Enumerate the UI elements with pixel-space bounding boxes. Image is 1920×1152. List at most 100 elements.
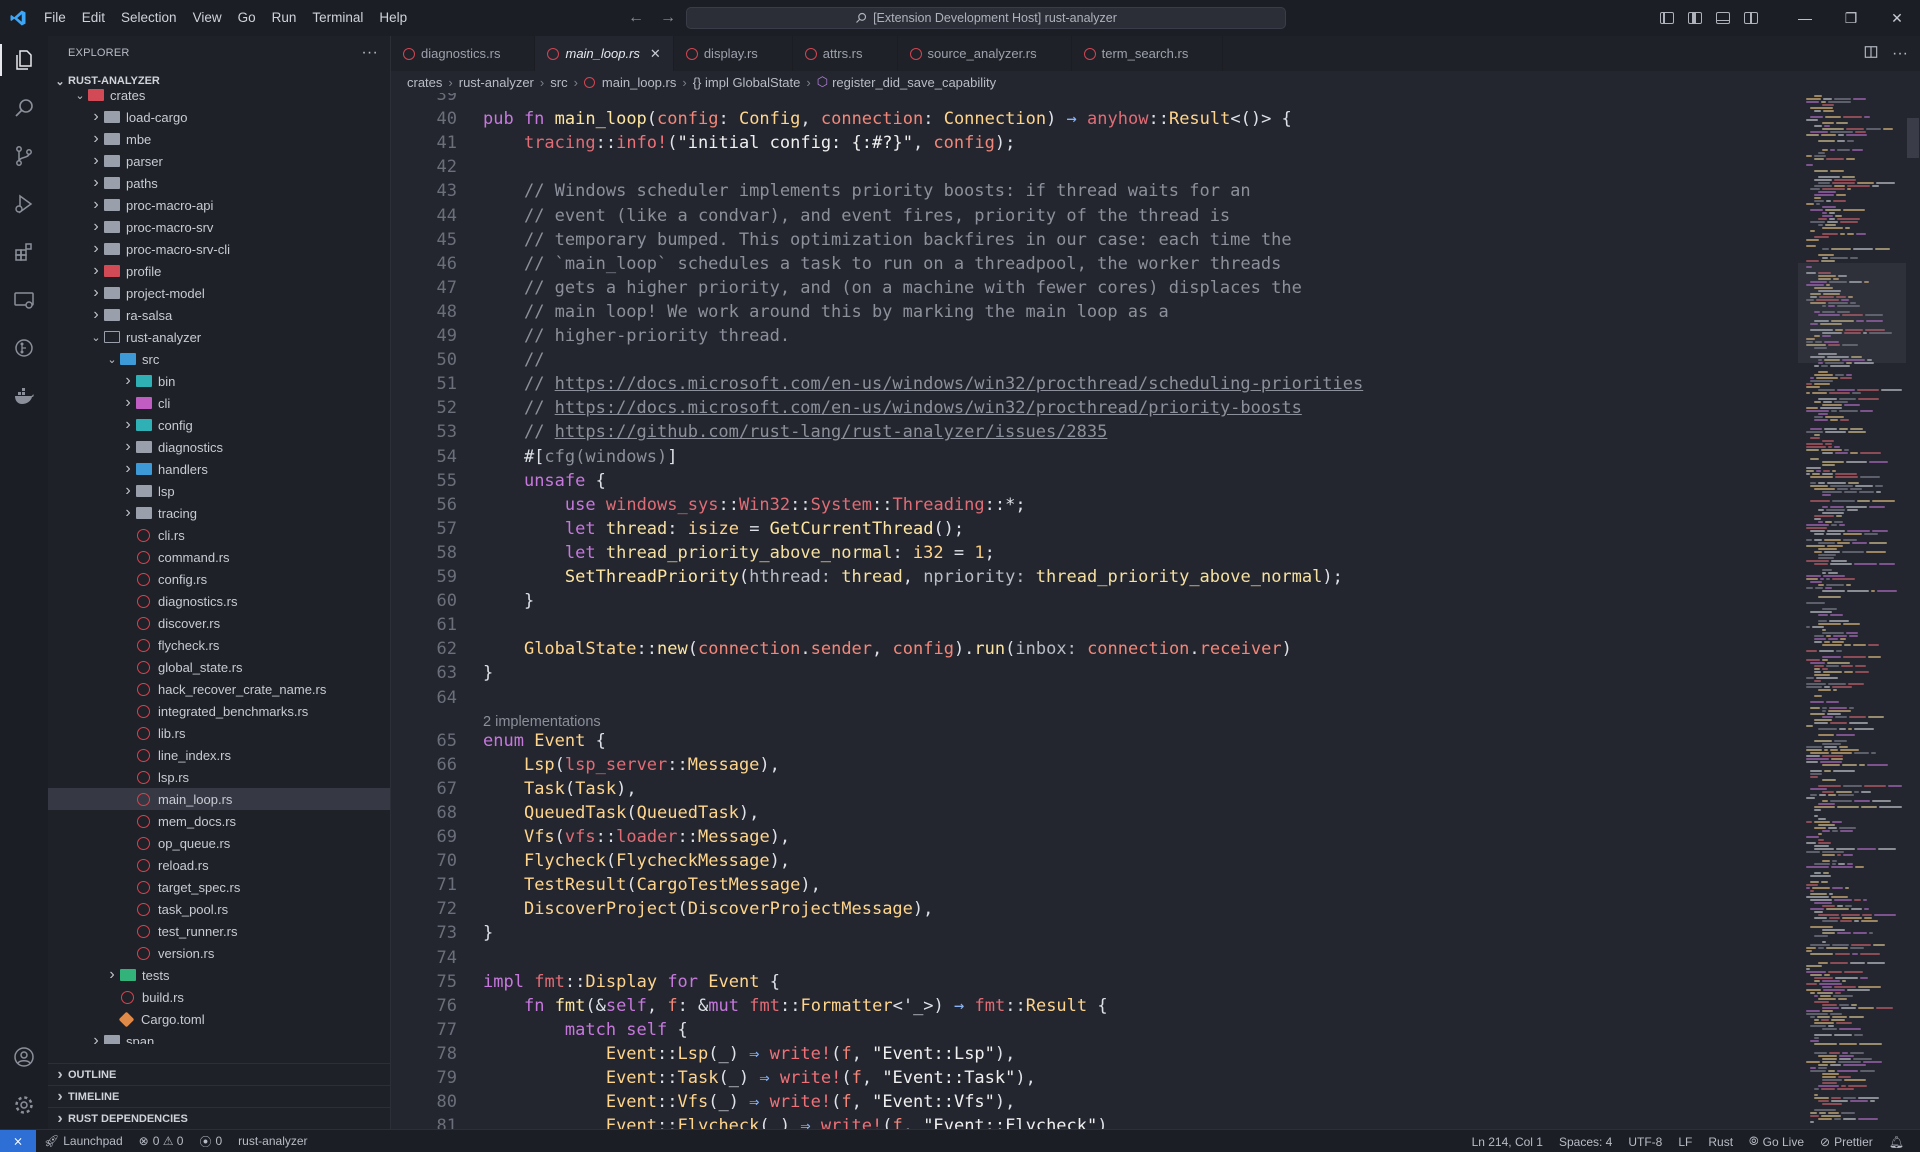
launchpad-item[interactable]: 🚀︎ Launchpad xyxy=(36,1134,131,1148)
gitlens-icon[interactable] xyxy=(0,324,48,372)
forward-arrow-icon[interactable]: → xyxy=(660,9,676,27)
close-window-icon[interactable]: ✕ xyxy=(1874,0,1920,36)
menu-file[interactable]: File xyxy=(36,0,74,36)
tree-item-version-rs[interactable]: version.rs xyxy=(48,942,390,964)
docker-icon[interactable] xyxy=(0,372,48,420)
tree-item-cargo-toml[interactable]: Cargo.toml xyxy=(48,1008,390,1030)
tree-item-mbe[interactable]: › mbe xyxy=(48,128,390,150)
tree-item-tracing[interactable]: › tracing xyxy=(48,502,390,524)
tree-item-command-rs[interactable]: command.rs xyxy=(48,546,390,568)
run-debug-icon[interactable] xyxy=(0,180,48,228)
tree-item-proc-macro-srv[interactable]: › proc-macro-srv xyxy=(48,216,390,238)
tree-item-profile[interactable]: › profile xyxy=(48,260,390,282)
tree-item-discover-rs[interactable]: discover.rs xyxy=(48,612,390,634)
remote-indicator-icon[interactable]: ⨯ xyxy=(0,1129,36,1152)
tree-item-span[interactable]: › span xyxy=(48,1030,390,1044)
tree-item-tests[interactable]: › tests xyxy=(48,964,390,986)
restore-icon[interactable]: ❐ xyxy=(1828,0,1874,36)
tree-item-hack-recover-crate-name-rs[interactable]: hack_recover_crate_name.rs xyxy=(48,678,390,700)
notifications-bell-icon[interactable]: 🔔︎ xyxy=(1881,1135,1912,1149)
source-control-icon[interactable] xyxy=(0,132,48,180)
menu-run[interactable]: Run xyxy=(264,0,305,36)
cursor-position[interactable]: Ln 214, Col 1 xyxy=(1464,1135,1551,1149)
menu-terminal[interactable]: Terminal xyxy=(304,0,371,36)
tab-attrs-rs[interactable]: attrs.rs xyxy=(793,36,898,71)
tab-main_loop-rs[interactable]: main_loop.rs ✕ xyxy=(535,36,674,71)
tree-item-parser[interactable]: › parser xyxy=(48,150,390,172)
tab-source_analyzer-rs[interactable]: source_analyzer.rs xyxy=(898,36,1072,71)
breadcrumb-item[interactable]: {} impl GlobalState xyxy=(693,75,801,90)
tree-item-lsp[interactable]: › lsp xyxy=(48,480,390,502)
editor-more-actions-icon[interactable]: ··· xyxy=(1892,45,1908,63)
tree-item-cli[interactable]: › cli xyxy=(48,392,390,414)
tree-item-proc-macro-api[interactable]: › proc-macro-api xyxy=(48,194,390,216)
tree-item-ra-salsa[interactable]: › ra-salsa xyxy=(48,304,390,326)
tree-item-load-cargo[interactable]: › load-cargo xyxy=(48,106,390,128)
minimap[interactable] xyxy=(1798,93,1906,1129)
editor-scrollbar[interactable] xyxy=(1906,93,1920,1129)
search-icon[interactable] xyxy=(0,84,48,132)
scrollbar-thumb[interactable] xyxy=(1907,118,1919,158)
tree-item-lsp-rs[interactable]: lsp.rs xyxy=(48,766,390,788)
tree-item-crates[interactable]: ⌄ crates xyxy=(48,84,390,106)
tab-display-rs[interactable]: display.rs xyxy=(674,36,793,71)
section-outline[interactable]: › OUTLINE xyxy=(48,1063,390,1085)
menu-selection[interactable]: Selection xyxy=(113,0,185,36)
tree-item-config-rs[interactable]: config.rs xyxy=(48,568,390,590)
tree-item-main-loop-rs[interactable]: main_loop.rs xyxy=(48,788,390,810)
tree-item-paths[interactable]: › paths xyxy=(48,172,390,194)
close-icon[interactable]: ✕ xyxy=(650,46,661,62)
end-of-line[interactable]: LF xyxy=(1670,1135,1700,1149)
back-arrow-icon[interactable]: ← xyxy=(628,9,644,27)
tree-item-reload-rs[interactable]: reload.rs xyxy=(48,854,390,876)
ports-item[interactable]: ⦿ 0 xyxy=(191,1133,230,1150)
prettier-item[interactable]: ⊘ Prettier xyxy=(1812,1135,1881,1149)
tree-item-line-index-rs[interactable]: line_index.rs xyxy=(48,744,390,766)
breadcrumb-item[interactable]: register_did_save_capability xyxy=(832,75,996,90)
customize-layout-icon[interactable] xyxy=(1660,12,1674,24)
tab-diagnostics-rs[interactable]: diagnostics.rs xyxy=(391,36,536,71)
menu-edit[interactable]: Edit xyxy=(74,0,113,36)
tree-item-op-queue-rs[interactable]: op_queue.rs xyxy=(48,832,390,854)
tab-term_search-rs[interactable]: term_search.rs xyxy=(1072,36,1224,71)
tree-item-integrated-benchmarks-rs[interactable]: integrated_benchmarks.rs xyxy=(48,700,390,722)
tree-item-project-model[interactable]: › project-model xyxy=(48,282,390,304)
breadcrumb-item[interactable]: crates xyxy=(407,75,442,90)
tree-item-global-state-rs[interactable]: global_state.rs xyxy=(48,656,390,678)
menu-help[interactable]: Help xyxy=(371,0,415,36)
remote-explorer-icon[interactable] xyxy=(0,276,48,324)
breadcrumb-item[interactable]: rust-analyzer xyxy=(459,75,534,90)
extensions-icon[interactable] xyxy=(0,228,48,276)
command-center[interactable]: [Extension Development Host] rust-analyz… xyxy=(686,7,1286,29)
tree-item-lib-rs[interactable]: lib.rs xyxy=(48,722,390,744)
menu-view[interactable]: View xyxy=(185,0,230,36)
tree-item-mem-docs-rs[interactable]: mem_docs.rs xyxy=(48,810,390,832)
tree-item-config[interactable]: › config xyxy=(48,414,390,436)
tree-item-rust-analyzer[interactable]: ⌄ rust-analyzer xyxy=(48,326,390,348)
section-rust-dependencies[interactable]: › RUST DEPENDENCIES xyxy=(48,1107,390,1129)
code-editor[interactable]: 39 40 pub fn main_loop(config: Config, con… xyxy=(391,93,1801,1129)
encoding[interactable]: UTF-8 xyxy=(1620,1135,1670,1149)
explorer-icon[interactable] xyxy=(0,36,48,84)
breadcrumb-item[interactable]: src xyxy=(550,75,567,90)
toggle-panel-icon[interactable] xyxy=(1716,12,1730,24)
indentation[interactable]: Spaces: 4 xyxy=(1551,1135,1620,1149)
tree-item-diagnostics-rs[interactable]: diagnostics.rs xyxy=(48,590,390,612)
breadcrumb-item[interactable]: main_loop.rs xyxy=(602,75,676,90)
tree-item-build-rs[interactable]: build.rs xyxy=(48,986,390,1008)
more-actions-icon[interactable]: ··· xyxy=(361,44,378,62)
minimap-viewport[interactable] xyxy=(1798,263,1906,363)
accounts-icon[interactable] xyxy=(0,1033,48,1081)
tree-item-cli-rs[interactable]: cli.rs xyxy=(48,524,390,546)
split-editor-icon[interactable] xyxy=(1864,45,1878,62)
settings-gear-icon[interactable] xyxy=(0,1081,48,1129)
language-mode[interactable]: Rust xyxy=(1700,1135,1741,1149)
tree-item-proc-macro-srv-cli[interactable]: › proc-macro-srv-cli xyxy=(48,238,390,260)
problems-item[interactable]: ⊗ 0 ⚠ 0 xyxy=(131,1134,192,1148)
toggle-primary-sidebar-icon[interactable] xyxy=(1688,12,1702,24)
tree-item-handlers[interactable]: › handlers xyxy=(48,458,390,480)
tree-item-bin[interactable]: › bin xyxy=(48,370,390,392)
section-timeline[interactable]: › TIMELINE xyxy=(48,1085,390,1107)
tree-item-diagnostics[interactable]: › diagnostics xyxy=(48,436,390,458)
tree-item-src[interactable]: ⌄ src xyxy=(48,348,390,370)
